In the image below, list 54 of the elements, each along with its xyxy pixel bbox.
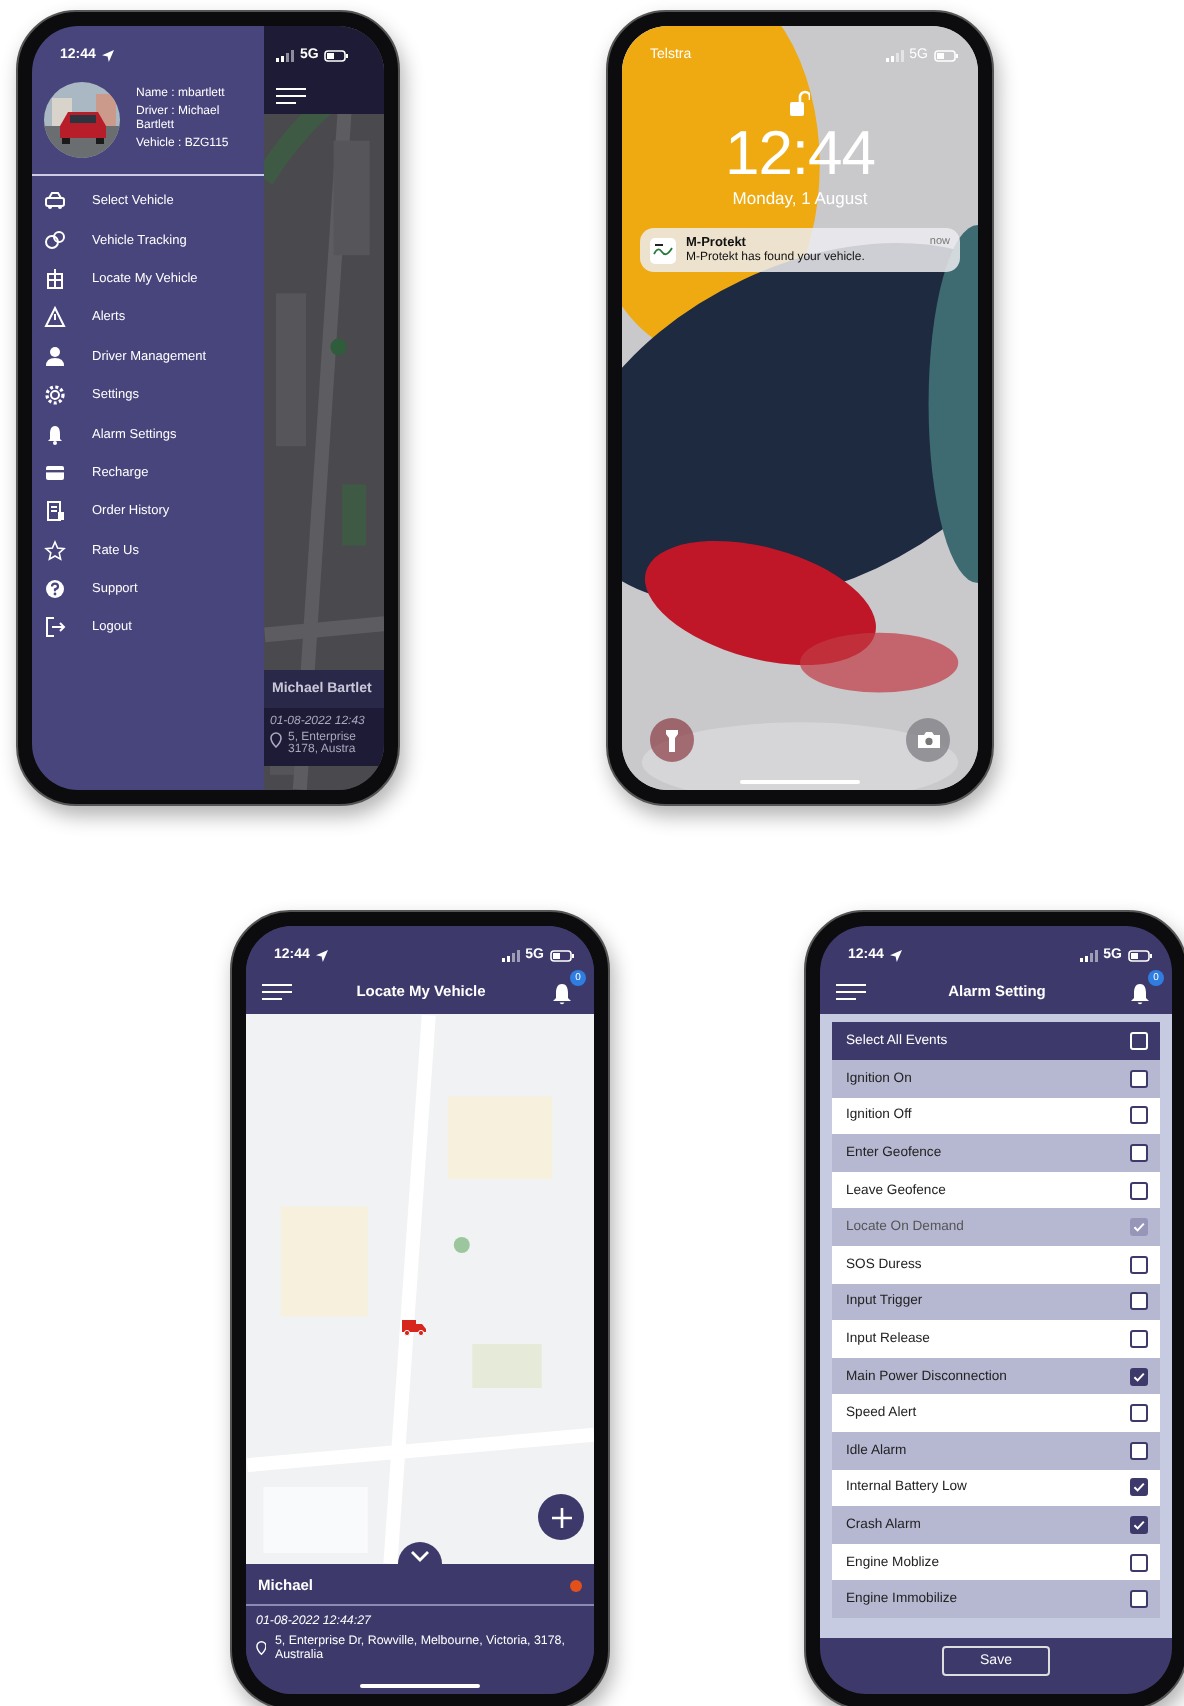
menu-icon[interactable] xyxy=(276,88,306,104)
checkbox[interactable] xyxy=(1130,1292,1148,1311)
checkbox[interactable] xyxy=(1130,1255,1148,1274)
checkbox[interactable] xyxy=(1130,1515,1148,1534)
flashlight-icon xyxy=(666,729,678,751)
checkbox[interactable] xyxy=(1130,1590,1148,1609)
signal-icon xyxy=(501,949,520,961)
pin-icon xyxy=(270,732,282,748)
checkbox[interactable] xyxy=(1130,1553,1148,1572)
bell-icon[interactable] xyxy=(550,981,574,1005)
chevron-down-icon xyxy=(410,1550,430,1562)
menu-icon[interactable] xyxy=(836,983,866,999)
signal-icon xyxy=(276,49,294,61)
flashlight-button[interactable] xyxy=(650,718,694,762)
car-icon xyxy=(44,190,66,213)
signal-icon xyxy=(1079,949,1098,961)
home-indicator xyxy=(740,780,860,784)
checkbox[interactable] xyxy=(1130,1367,1148,1386)
logout-icon xyxy=(44,616,66,639)
signal-icon xyxy=(885,49,904,61)
settings-icon xyxy=(44,384,66,407)
checkbox[interactable] xyxy=(1130,1404,1148,1423)
checkbox[interactable] xyxy=(1130,1478,1148,1497)
warning-icon xyxy=(44,306,66,329)
star-icon xyxy=(44,539,66,562)
bell-icon[interactable] xyxy=(1127,981,1152,1005)
building-icon xyxy=(44,267,66,290)
circles-icon xyxy=(44,229,66,252)
checkbox[interactable] xyxy=(1130,1143,1148,1162)
checkbox[interactable] xyxy=(1130,1069,1148,1088)
battery-icon xyxy=(1128,949,1152,961)
menu-icon[interactable] xyxy=(262,983,292,999)
location-arrow-icon xyxy=(315,949,328,961)
location-arrow-icon xyxy=(101,49,114,61)
checkbox[interactable] xyxy=(1130,1441,1148,1460)
checkbox[interactable] xyxy=(1130,1329,1148,1348)
card-icon xyxy=(44,461,66,484)
location-arrow-icon xyxy=(889,949,902,961)
checkbox[interactable] xyxy=(1130,1181,1148,1200)
receipt-icon xyxy=(44,500,66,523)
plus-icon xyxy=(551,1507,571,1527)
person-icon xyxy=(44,345,66,368)
checkbox[interactable] xyxy=(1130,1106,1148,1125)
app-logo-icon xyxy=(650,237,676,263)
bell-icon xyxy=(44,423,66,446)
unlocked-padlock-icon xyxy=(790,90,810,116)
battery-icon xyxy=(550,949,574,961)
pin-icon xyxy=(256,1640,267,1656)
battery-icon xyxy=(324,49,349,61)
truck-icon xyxy=(402,1320,426,1336)
camera-icon xyxy=(917,732,939,748)
home-indicator xyxy=(360,1684,480,1688)
help-icon xyxy=(44,578,66,601)
battery-icon xyxy=(934,49,958,61)
